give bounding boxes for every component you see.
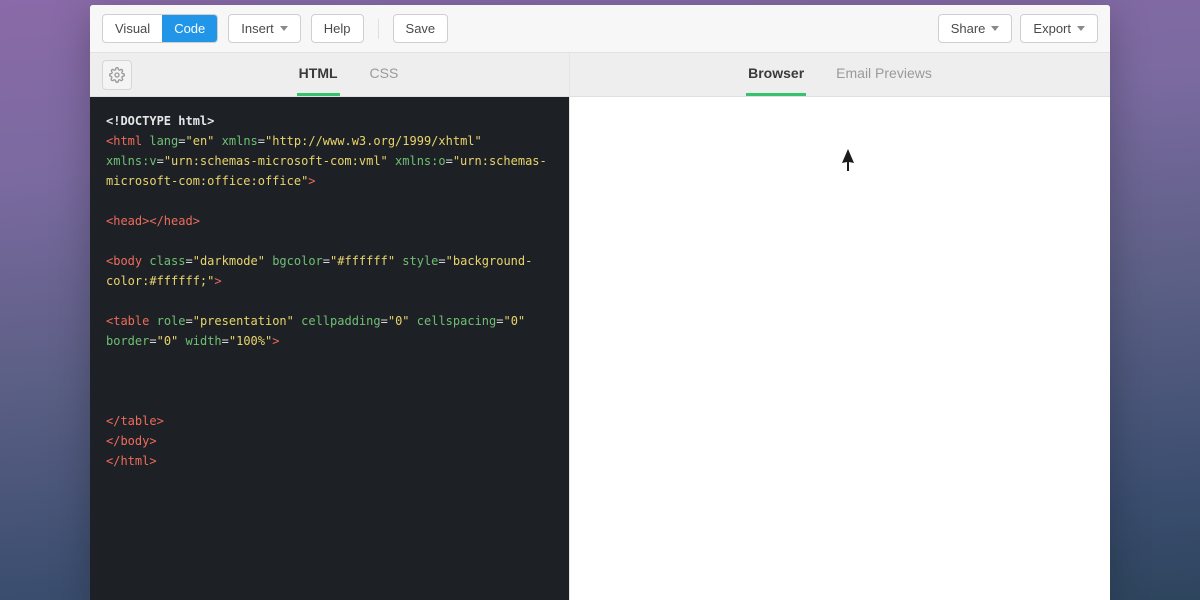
code-editor[interactable]: <!DOCTYPE html> <html lang="en" xmlns="h… — [90, 97, 569, 600]
settings-button[interactable] — [102, 60, 132, 90]
visual-mode-button[interactable]: Visual — [103, 15, 162, 42]
preview-panel: Browser Email Previews — [570, 53, 1110, 600]
tab-browser[interactable]: Browser — [746, 53, 806, 96]
view-mode-toggle: Visual Code — [102, 14, 218, 43]
share-label: Share — [951, 21, 986, 36]
export-label: Export — [1033, 21, 1071, 36]
insert-label: Insert — [241, 21, 274, 36]
preview-tabs: Browser Email Previews — [582, 53, 1098, 96]
toolbar-left-group: Visual Code Insert Help Save — [102, 14, 938, 43]
export-button[interactable]: Export — [1020, 14, 1098, 43]
code-panel: HTML CSS <!DOCTYPE html> <html lang="en"… — [90, 53, 570, 600]
help-button[interactable]: Help — [311, 14, 364, 43]
tab-css[interactable]: CSS — [368, 53, 401, 96]
gear-icon — [109, 67, 125, 83]
chevron-down-icon — [280, 26, 288, 31]
mouse-cursor-icon — [840, 149, 856, 171]
preview-viewport — [570, 97, 1110, 600]
code-mode-button[interactable]: Code — [162, 15, 217, 42]
app-window: Visual Code Insert Help Save Share Expor… — [90, 5, 1110, 600]
main-toolbar: Visual Code Insert Help Save Share Expor… — [90, 5, 1110, 53]
save-button[interactable]: Save — [393, 14, 449, 43]
chevron-down-icon — [1077, 26, 1085, 31]
code-panel-tabs-bar: HTML CSS — [90, 53, 569, 97]
preview-panel-tabs-bar: Browser Email Previews — [570, 53, 1110, 97]
share-button[interactable]: Share — [938, 14, 1013, 43]
split-panels: HTML CSS <!DOCTYPE html> <html lang="en"… — [90, 53, 1110, 600]
tab-email-previews[interactable]: Email Previews — [834, 53, 934, 96]
code-tabs: HTML CSS — [140, 53, 557, 96]
desktop-background: Visual Code Insert Help Save Share Expor… — [0, 0, 1200, 600]
insert-button[interactable]: Insert — [228, 14, 301, 43]
chevron-down-icon — [991, 26, 999, 31]
toolbar-right-group: Share Export — [938, 14, 1098, 43]
tab-html[interactable]: HTML — [297, 53, 340, 96]
toolbar-divider — [378, 19, 379, 39]
